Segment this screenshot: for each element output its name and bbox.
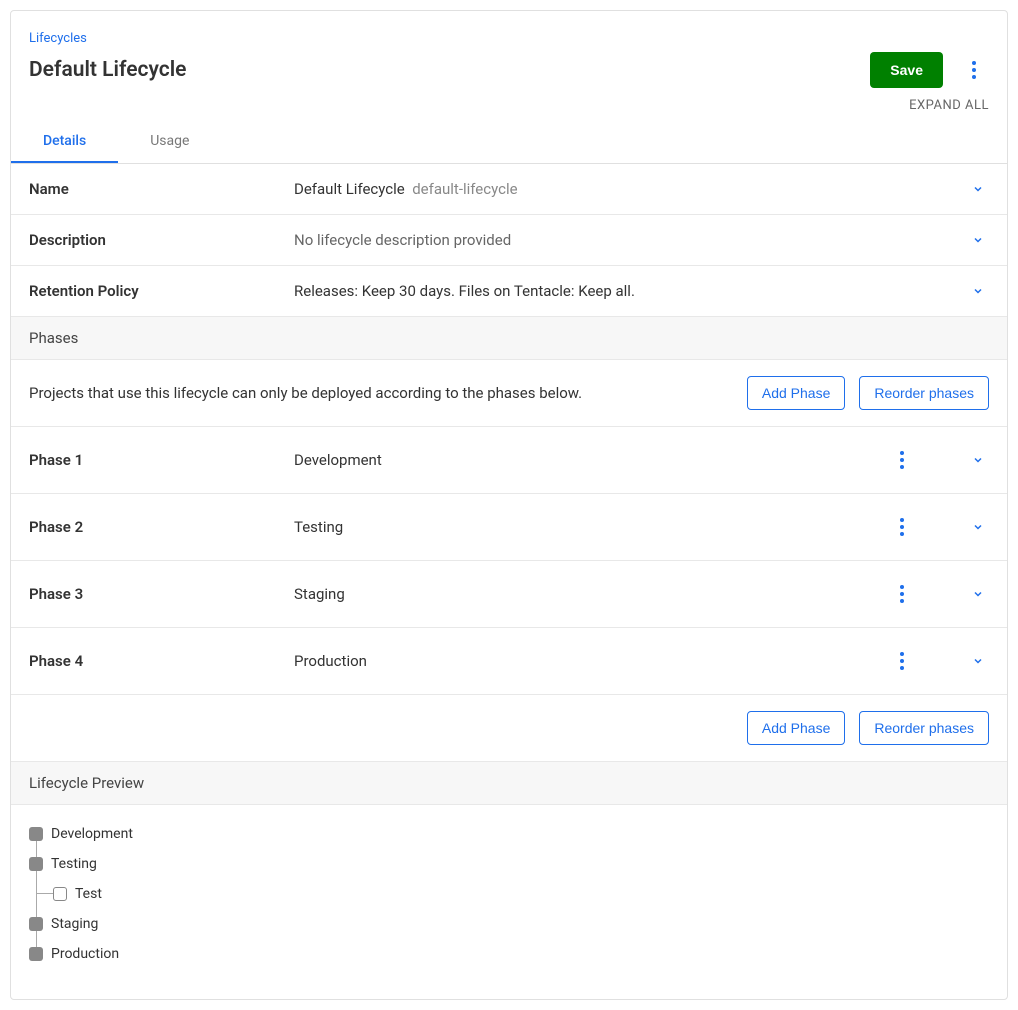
phase-row-4[interactable]: Phase 4 Production [11,628,1007,695]
phase-1-actions [887,445,989,475]
header-row: Default Lifecycle Save [29,52,989,88]
preview-label: Development [51,826,133,842]
phase-3-label: Phase 3 [29,585,294,603]
lifecycle-card: Lifecycles Default Lifecycle Save EXPAND… [10,10,1008,1000]
chevron-down-icon[interactable] [967,516,989,538]
save-button[interactable]: Save [870,52,943,88]
phases-footer: Add Phase Reorder phases [11,695,1007,762]
reorder-phases-button[interactable]: Reorder phases [859,376,989,410]
phase-3-menu[interactable] [887,579,917,609]
description-label: Description [29,231,294,249]
phase-2-name: Testing [294,518,887,536]
preview-development: Development [29,819,989,849]
chevron-down-icon[interactable] [967,229,989,251]
phases-intro: Projects that use this lifecycle can onl… [11,360,1007,427]
name-value-text: Default Lifecycle [294,180,405,198]
retention-label: Retention Policy [29,282,294,300]
preview-section-header: Lifecycle Preview [11,762,1007,805]
breadcrumb-lifecycles[interactable]: Lifecycles [29,31,87,46]
preview-label: Testing [51,856,97,872]
kebab-icon [900,592,904,596]
name-label: Name [29,180,294,198]
phase-node-icon [29,947,43,961]
kebab-icon [972,68,976,72]
phase-3-actions [887,579,989,609]
name-row[interactable]: Name Default Lifecycle default-lifecycle [11,164,1007,215]
lifecycle-preview: Development Testing Test Staging Product… [11,805,1007,999]
preview-test: Test [53,879,989,909]
name-slug: default-lifecycle [408,180,517,198]
chevron-down-icon[interactable] [967,178,989,200]
chevron-down-icon[interactable] [967,650,989,672]
overflow-menu-button[interactable] [959,55,989,85]
phase-1-label: Phase 1 [29,451,294,469]
page-title: Default Lifecycle [29,58,186,82]
preview-testing: Testing [29,849,989,879]
chevron-down-icon[interactable] [967,449,989,471]
preview-label: Test [75,886,102,902]
phases-buttons-bottom: Add Phase Reorder phases [747,711,989,745]
add-phase-button[interactable]: Add Phase [747,376,846,410]
tab-details[interactable]: Details [11,121,118,163]
connector-h-line [36,893,53,894]
phase-4-actions [887,646,989,676]
phase-node-icon [29,857,43,871]
name-value: Default Lifecycle default-lifecycle [294,180,967,198]
phase-4-menu[interactable] [887,646,917,676]
phase-2-label: Phase 2 [29,518,294,536]
kebab-icon [900,525,904,529]
header-actions: Save [870,52,989,88]
expand-all-button[interactable]: EXPAND ALL [11,88,1007,113]
phase-3-name: Staging [294,585,887,603]
phases-buttons-top: Add Phase Reorder phases [747,376,989,410]
phase-4-label: Phase 4 [29,652,294,670]
phase-row-2[interactable]: Phase 2 Testing [11,494,1007,561]
retention-row[interactable]: Retention Policy Releases: Keep 30 days.… [11,266,1007,317]
description-value: No lifecycle description provided [294,231,967,249]
tabs: Details Usage [11,121,1007,164]
reorder-phases-button[interactable]: Reorder phases [859,711,989,745]
preview-label: Production [51,946,119,962]
phase-2-actions [887,512,989,542]
phase-row-1[interactable]: Phase 1 Development [11,427,1007,494]
phase-1-name: Development [294,451,887,469]
preview-label: Staging [51,916,98,932]
phase-4-name: Production [294,652,887,670]
phase-2-menu[interactable] [887,512,917,542]
kebab-icon [900,458,904,462]
phase-row-3[interactable]: Phase 3 Staging [11,561,1007,628]
tab-usage[interactable]: Usage [118,121,221,163]
phase-node-icon [29,827,43,841]
description-row[interactable]: Description No lifecycle description pro… [11,215,1007,266]
preview-staging: Staging [29,909,989,939]
retention-value: Releases: Keep 30 days. Files on Tentacl… [294,282,967,300]
kebab-icon [900,659,904,663]
environment-node-icon [53,887,67,901]
add-phase-button[interactable]: Add Phase [747,711,846,745]
chevron-down-icon[interactable] [967,280,989,302]
phases-section-header: Phases [11,317,1007,360]
header: Lifecycles Default Lifecycle Save [11,11,1007,88]
preview-production: Production [29,939,989,969]
chevron-down-icon[interactable] [967,583,989,605]
phase-1-menu[interactable] [887,445,917,475]
phase-node-icon [29,917,43,931]
phases-intro-text: Projects that use this lifecycle can onl… [29,384,582,402]
